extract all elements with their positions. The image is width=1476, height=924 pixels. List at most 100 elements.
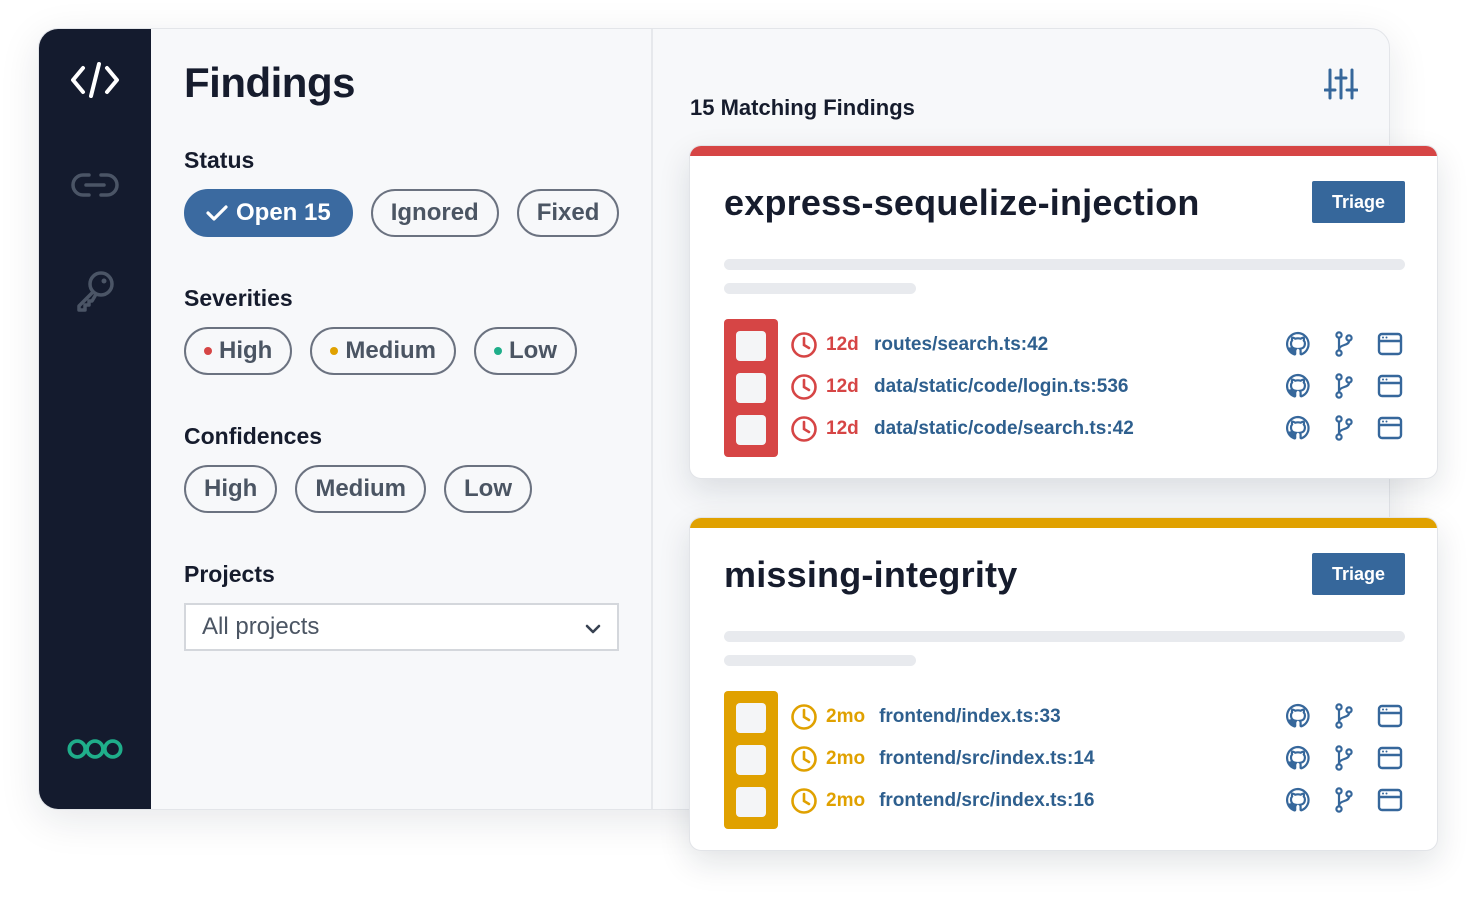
selection-strip [724,319,778,457]
finding-rule-title[interactable]: missing-integrity [724,554,1017,596]
confidence-medium-chip[interactable]: Medium [295,465,426,513]
check-icon [206,204,228,222]
finding-age: 2mo [826,748,866,769]
severity-medium-chip[interactable]: Medium [310,327,456,375]
severity-low-label: Low [509,337,557,364]
finding-location-row: 12d data/static/code/search.ts:42 [790,414,1410,444]
severity-medium-label: Medium [345,337,436,364]
confidence-low-label: Low [464,475,512,502]
triage-button[interactable]: Triage [1312,553,1405,595]
file-path-link[interactable]: frontend/src/index.ts:16 [879,790,1094,812]
page-title: Findings [184,59,355,106]
row-actions [1284,330,1404,358]
projects-select-value: All projects [202,613,320,640]
filters-panel: Findings Status Open 15 Ignored Fixed Se… [151,29,653,809]
finding-age: 12d [826,418,859,439]
triage-button[interactable]: Triage [1312,181,1405,223]
severity-high-chip[interactable]: High [184,327,293,375]
description-placeholder [724,259,1405,270]
row-checkbox[interactable] [736,331,766,361]
github-icon[interactable] [1284,330,1312,358]
git-branch-icon[interactable] [1330,330,1358,358]
results-count-heading: 15 Matching Findings [690,95,915,120]
projects-label: Projects [184,561,275,587]
file-path-link[interactable]: data/static/code/login.ts:536 [874,376,1128,398]
medium-severity-dot [330,347,339,355]
finding-rule-title[interactable]: express-sequelize-injection [724,182,1200,224]
browser-window-icon[interactable] [1376,744,1404,772]
code-icon[interactable] [67,52,123,108]
status-ignored-chip[interactable]: Ignored [370,189,499,237]
logo-icon [67,721,123,777]
row-actions [1284,786,1404,814]
finding-age: 12d [826,376,859,397]
confidence-high-chip[interactable]: High [184,465,278,513]
low-severity-dot [494,347,502,355]
finding-age: 2mo [826,706,866,727]
description-placeholder [724,631,1405,642]
row-checkbox[interactable] [736,745,766,775]
description-placeholder [724,283,916,294]
confidence-low-chip[interactable]: Low [444,465,532,513]
finding-location-row: 2mo frontend/src/index.ts:14 [790,744,1410,774]
status-filter-row: Open 15 Ignored Fixed [184,189,620,237]
git-branch-icon[interactable] [1330,414,1358,442]
clock-icon [790,415,818,443]
status-fixed-chip[interactable]: Fixed [516,189,620,237]
severity-bar [690,146,1437,156]
clock-icon [790,703,818,731]
finding-location-row: 2mo frontend/index.ts:33 [790,702,1410,732]
row-checkbox[interactable] [736,373,766,403]
row-checkbox[interactable] [736,787,766,817]
row-checkbox[interactable] [736,415,766,445]
finding-age: 12d [826,334,859,355]
file-path-link[interactable]: frontend/src/index.ts:14 [879,748,1094,770]
severity-bar [690,518,1437,528]
severity-high-label: High [219,337,273,364]
browser-window-icon[interactable] [1376,702,1404,730]
browser-window-icon[interactable] [1376,330,1404,358]
row-checkbox[interactable] [736,703,766,733]
chevron-down-icon [585,613,601,641]
selection-strip [724,691,778,829]
git-branch-icon[interactable] [1330,744,1358,772]
github-icon[interactable] [1284,372,1312,400]
git-branch-icon[interactable] [1330,786,1358,814]
status-label: Status [184,147,255,173]
row-actions [1284,744,1404,772]
finding-location-row: 12d data/static/code/login.ts:536 [790,372,1410,402]
github-icon[interactable] [1284,744,1312,772]
status-ignored-label: Ignored [390,199,479,226]
browser-window-icon[interactable] [1376,414,1404,442]
severities-label: Severities [184,285,293,311]
git-branch-icon[interactable] [1330,372,1358,400]
confidence-high-label: High [204,475,258,502]
file-path-link[interactable]: frontend/index.ts:33 [879,706,1061,728]
file-path-link[interactable]: routes/search.ts:42 [874,334,1048,356]
confidences-label: Confidences [184,423,323,449]
status-open-chip[interactable]: Open 15 [184,189,353,237]
git-branch-icon[interactable] [1330,702,1358,730]
file-path-link[interactable]: data/static/code/search.ts:42 [874,418,1134,440]
status-fixed-label: Fixed [536,199,600,226]
finding-location-row: 2mo frontend/src/index.ts:16 [790,786,1410,816]
severity-low-chip[interactable]: Low [474,327,577,375]
github-icon[interactable] [1284,702,1312,730]
row-actions [1284,414,1404,442]
sliders-filter-icon[interactable] [1323,67,1359,101]
finding-card: missing-integrity Triage 2mo frontend/in… [689,517,1438,851]
sidebar [39,29,151,809]
browser-window-icon[interactable] [1376,372,1404,400]
browser-window-icon[interactable] [1376,786,1404,814]
github-icon[interactable] [1284,786,1312,814]
link-icon[interactable] [67,157,123,213]
projects-select[interactable]: All projects [184,603,619,651]
key-icon[interactable] [67,262,123,318]
github-icon[interactable] [1284,414,1312,442]
finding-location-row: 12d routes/search.ts:42 [790,330,1410,360]
confidences-filter-row: High Medium Low [184,465,532,513]
finding-card: express-sequelize-injection Triage 12d r… [689,145,1438,479]
severities-filter-row: High Medium Low [184,327,577,375]
finding-age: 2mo [826,790,866,811]
row-actions [1284,702,1404,730]
